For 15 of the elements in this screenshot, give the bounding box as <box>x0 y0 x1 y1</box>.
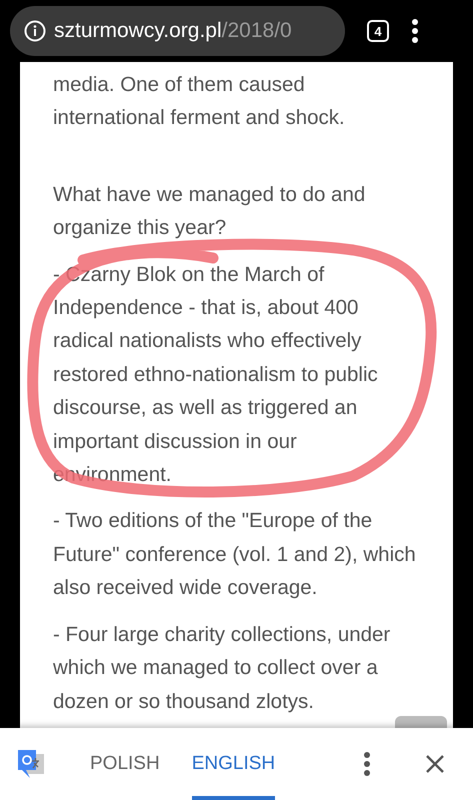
language-tab[interactable]: ENGLISH <box>192 728 276 800</box>
translate-icon[interactable] <box>16 748 46 780</box>
menu-icon[interactable] <box>411 18 419 44</box>
more-options-icon[interactable] <box>363 751 371 777</box>
article-paragraph: - Two editions of the "Europe of the Future" conference (vol. 1 and 2), which also received wide coverage. <box>53 508 416 602</box>
article-paragraph: - Four large charity collections, under which we managed to collect over a dozen or so thousand zlotys. <box>53 622 390 714</box>
url-text[interactable]: szturmowcy.org.pl/2018/0 <box>54 19 292 43</box>
scrollbar-thumb[interactable] <box>395 716 447 728</box>
info-icon[interactable] <box>24 20 46 42</box>
close-icon[interactable] <box>425 754 445 774</box>
article-paragraph: What have we managed to do and organize this year? <box>53 182 366 242</box>
language-tab[interactable]: POLISH <box>90 728 160 800</box>
article-paragraph: media. One of them caused international ferment and shock. <box>53 72 345 132</box>
tab-count-button[interactable]: 4 <box>367 20 389 42</box>
address-bar[interactable]: szturmowcy.org.pl/2018/0 <box>10 6 345 56</box>
